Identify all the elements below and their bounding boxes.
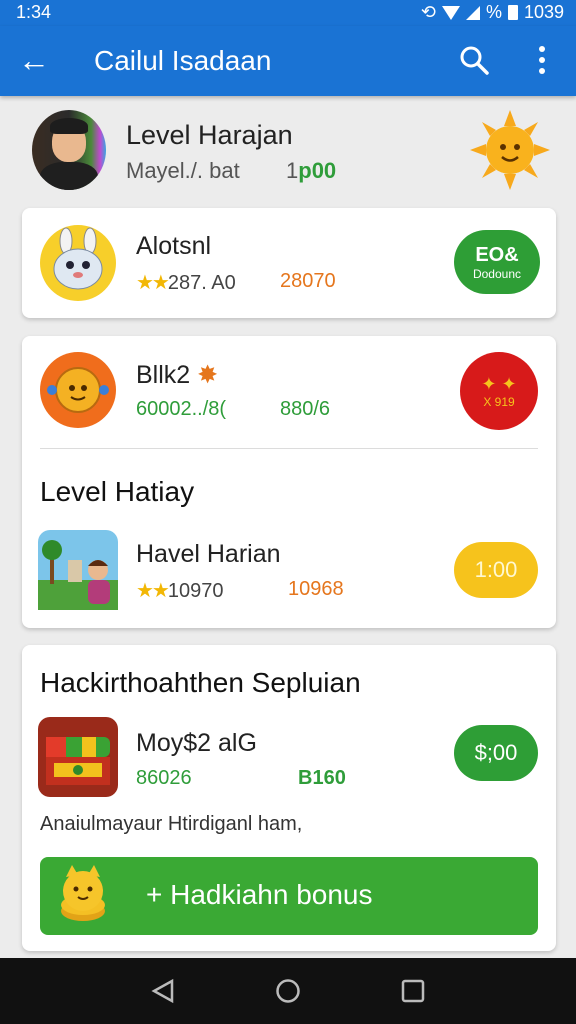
sun-mascot-icon: [470, 110, 550, 190]
profile-header: Level Harajan Mayel./. bat 1p00: [0, 100, 576, 200]
more-vert-icon[interactable]: [528, 44, 556, 76]
search-icon[interactable]: [458, 44, 490, 76]
section-title: Level Hatiay: [40, 476, 195, 507]
arrow-left-icon[interactable]: ←: [18, 42, 50, 78]
item-rating: ★★287. A0: [136, 272, 236, 294]
item-card-group: Bllk2 ✸ 60002../8( 880/6 ✦ ✦ X 919 Level…: [22, 336, 556, 628]
item-stat-2: 880/6: [280, 398, 331, 420]
park-scene-icon: [38, 530, 118, 610]
section-note: Anaiulmayaur Htirdiganl ham,: [40, 813, 303, 835]
app-bar: ← Cailul Isadaan: [0, 26, 576, 96]
item-name: Alotsnl: [136, 232, 212, 260]
profile-subtitle: Mayel./. bat: [126, 158, 240, 183]
item-name: Havel Harian: [136, 540, 281, 568]
status-time: 1:34: [16, 2, 52, 22]
back-nav-icon[interactable]: [150, 978, 176, 1004]
buy-button[interactable]: $;00: [454, 725, 538, 781]
item-stat-2: B160: [298, 767, 346, 789]
item-stat-1: 60002../8(: [136, 398, 227, 420]
item-stat: 28070: [280, 270, 336, 292]
coin-cat-icon: [61, 865, 105, 921]
sparkle-icon: ✸: [197, 361, 219, 389]
wifi-icon: [441, 5, 460, 20]
status-percent: %: [485, 2, 502, 22]
item-stat-1: 86026: [136, 767, 192, 789]
coin-mascot-icon: [40, 352, 116, 428]
status-bar: 1:34 ⟲ % 1039: [0, 0, 576, 26]
profile-points: 1p00: [286, 158, 337, 183]
navigation-bar: [0, 958, 576, 1024]
section-card: Hackirthoahthen Sepluian Moy$2 alG 86026…: [22, 645, 556, 951]
item-rating: ★★10970: [136, 580, 224, 602]
profile-name: Level Harajan: [126, 120, 293, 150]
item-name: Bllk2 ✸: [136, 361, 219, 389]
item-name: Moy$2 alG: [136, 729, 257, 757]
item-card-alotsnl[interactable]: Alotsnl ★★287. A0 28070 EO& Dodounc: [22, 208, 556, 318]
status-clock: 1039: [523, 2, 564, 22]
status-icons: ⟲ % 1039: [421, 2, 564, 23]
treasure-chest-icon: [38, 717, 118, 797]
avatar[interactable]: [32, 110, 106, 190]
recents-nav-icon[interactable]: [400, 978, 426, 1004]
section-title: Hackirthoahthen Sepluian: [40, 667, 361, 698]
play-button[interactable]: EO& Dodounc: [454, 230, 540, 294]
home-nav-icon[interactable]: [275, 978, 301, 1004]
page-title: Cailul Isadaan: [94, 45, 272, 76]
badge-button[interactable]: ✦ ✦ X 919: [460, 352, 538, 430]
alarm-icon: ⟲: [420, 2, 436, 22]
battery-icon: [507, 5, 518, 20]
play-button[interactable]: 1:00: [454, 542, 538, 598]
bonus-label: + Hadkiahn bonus: [146, 879, 373, 910]
bonus-button[interactable]: + Hadkiahn bonus: [40, 857, 538, 935]
item-stat: 10968: [288, 578, 344, 600]
bunny-icon: [40, 225, 116, 301]
star-icon: ✦ ✦: [481, 373, 517, 394]
divider: [40, 448, 538, 449]
signal-icon: [465, 5, 480, 20]
